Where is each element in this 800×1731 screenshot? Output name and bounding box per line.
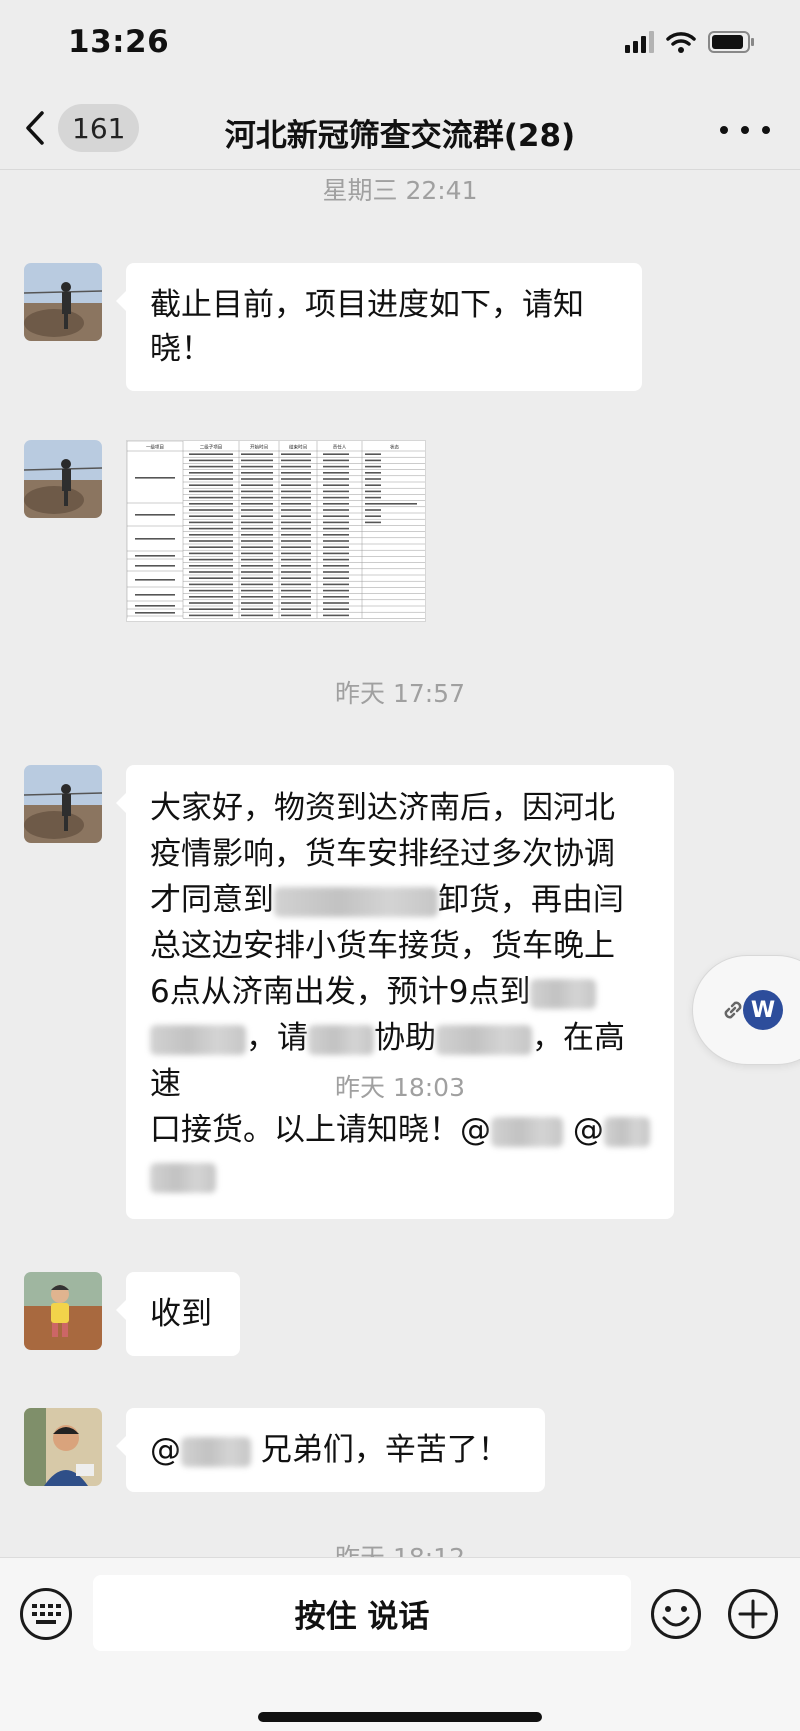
- avatar[interactable]: [24, 440, 102, 518]
- redacted-mention: [603, 1116, 650, 1147]
- more-button[interactable]: [720, 112, 770, 148]
- message-text: 兄弟们，辛苦了！: [251, 1432, 509, 1468]
- floating-window-widget[interactable]: W: [692, 955, 800, 1065]
- avatar-photo: [24, 765, 102, 843]
- redacted-text: [308, 1024, 374, 1055]
- message-line: 疫情影响，货车安排经过多次协调: [150, 836, 615, 872]
- redacted-mention: [150, 1162, 216, 1193]
- cellular-signal-icon: [625, 31, 654, 53]
- battery-icon: [708, 31, 754, 53]
- input-bar: 按住 说话: [0, 1557, 800, 1731]
- emoji-icon[interactable]: [650, 1588, 702, 1640]
- more-dots-icon: [720, 126, 728, 134]
- message-line: 总这边安排小货车接货，货车晚上: [150, 928, 615, 964]
- message-line: 口接货。以上请知晓！@ @: [150, 1107, 650, 1153]
- message-line: [150, 1153, 650, 1199]
- plus-icon[interactable]: [727, 1588, 779, 1640]
- status-bar: 13:26: [0, 0, 800, 88]
- message-bubble[interactable]: 截止目前，项目进度如下，请知晓！: [116, 263, 642, 391]
- hold-to-talk-button[interactable]: 按住 说话: [93, 1575, 631, 1651]
- table-header-label: 状态: [390, 444, 399, 451]
- nav-bar: 161 河北新冠筛查交流群(28): [0, 88, 800, 170]
- table-header-label: 一级项目: [146, 444, 164, 451]
- message-text: 截止目前，项目进度如下，请知晓！: [150, 287, 584, 367]
- avatar[interactable]: [24, 263, 102, 341]
- redacted-text: [150, 1024, 246, 1055]
- timestamp: 昨天 18:12: [0, 1538, 800, 1557]
- wifi-icon: [666, 32, 696, 53]
- redacted-mention: [181, 1436, 251, 1467]
- chat-area[interactable]: 星期三 22:41 截止目前，项目进度如下，请知晓！ 一级项目 二级子项目 开始时间…: [0, 171, 800, 1557]
- message-line: 6点从济南出发，预计9点到: [150, 969, 650, 1015]
- timestamp: 星期三 22:41: [322, 176, 478, 205]
- status-icons: [625, 30, 756, 54]
- redacted-text: [530, 978, 597, 1009]
- chat-title: 河北新冠筛查交流群(28): [224, 118, 576, 154]
- message-bubble[interactable]: @ 兄弟们，辛苦了！: [116, 1408, 545, 1492]
- redacted-mention: [491, 1116, 563, 1147]
- message-bubble[interactable]: 大家好，物资到达济南后，因河北 疫情影响，货车安排经过多次协调 才同意到 卸货，再…: [116, 765, 674, 1219]
- message-text: @: [150, 1432, 181, 1468]
- table-header-label: 开始时间: [250, 444, 268, 451]
- avatar[interactable]: [24, 765, 102, 843]
- keyboard-icon[interactable]: [20, 1588, 72, 1640]
- avatar[interactable]: [24, 1272, 102, 1350]
- table-header-label: 责任人: [333, 444, 347, 451]
- message-line: 大家好，物资到达济南后，因河北: [150, 790, 615, 826]
- avatar[interactable]: [24, 1408, 102, 1486]
- image-message[interactable]: 一级项目 二级子项目 开始时间 结束时间 责任人 状态: [126, 440, 426, 622]
- message-line: 才同意到 卸货，再由闫: [150, 882, 624, 918]
- table-header-label: 结束时间: [289, 444, 307, 451]
- status-time: 13:26: [68, 24, 170, 60]
- table-image: 一级项目 二级子项目 开始时间 结束时间 责任人 状态: [127, 441, 425, 621]
- avatar-photo: [24, 440, 102, 518]
- timestamp: 昨天 18:03: [335, 1073, 465, 1102]
- float-w-badge: W: [743, 990, 783, 1030]
- table-header-label: 二级子项目: [200, 444, 223, 451]
- message-bubble[interactable]: 收到: [116, 1272, 240, 1356]
- redacted-text: [436, 1024, 532, 1055]
- avatar-photo: [24, 263, 102, 341]
- avatar-photo: [24, 1272, 102, 1350]
- home-indicator: [258, 1712, 542, 1722]
- avatar-photo: [24, 1408, 102, 1486]
- message-text: 收到: [150, 1296, 212, 1332]
- redacted-text: [274, 886, 438, 917]
- timestamp: 昨天 17:57: [335, 679, 465, 708]
